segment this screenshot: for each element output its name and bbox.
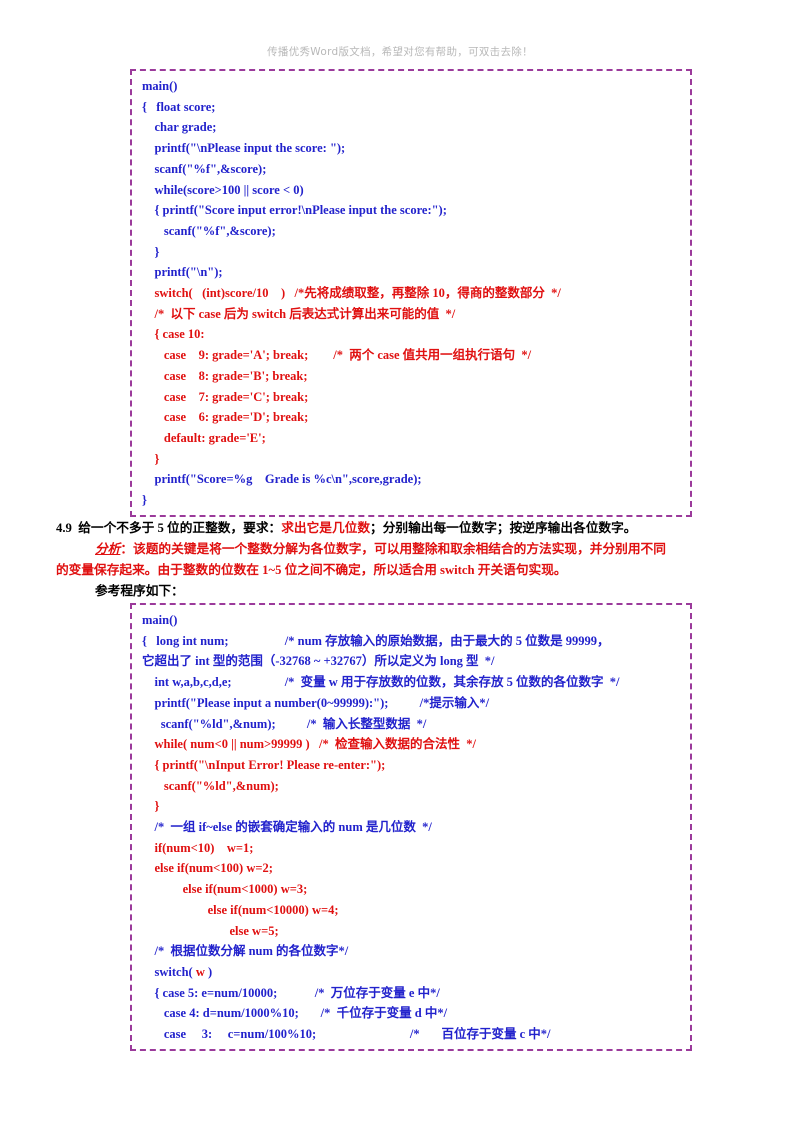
code-line: else if(num<10000) w=4; bbox=[142, 902, 339, 917]
code-segment: w bbox=[195, 964, 205, 979]
code-line: while( num<0 || num>99999 ) /* 检查输入数据的合法… bbox=[142, 737, 477, 752]
code-line: /* 以下 case 后为 switch 后表达式计算出来可能的值 */ bbox=[142, 306, 456, 321]
code-line: } bbox=[142, 493, 147, 508]
code-line: scanf("%f",&score); bbox=[142, 161, 267, 176]
code-line: /* 根据位数分解 num 的各位数字*/ bbox=[142, 944, 349, 959]
code-line: } bbox=[142, 799, 160, 814]
code-line: case 3: c=num/100%10; /* 百位存于变量 c 中*/ bbox=[142, 1027, 551, 1042]
code-line: default: grade='E'; bbox=[142, 430, 266, 445]
code-block-grade-switch: main() { float score; char grade; printf(… bbox=[130, 69, 692, 517]
code-line: { long int num; /* num 存放输入的原始数据，由于最大的 5… bbox=[142, 633, 610, 648]
code-line: printf("\nPlease input the score: "); bbox=[142, 141, 346, 156]
code-line: } bbox=[142, 244, 160, 259]
code-line: case 8: grade='B'; break; bbox=[142, 368, 308, 383]
code-line: while(score>100 || score < 0) bbox=[142, 182, 304, 197]
code-line: 它超出了 int 型的范围（-32768 ~ +32767）所以定义为 long… bbox=[142, 654, 495, 669]
code-line: main() bbox=[142, 79, 178, 93]
code-line: if(num<10) w=1; bbox=[142, 840, 254, 855]
document-page: 传播优秀Word版文档，希望对您有帮助，可双击去除！ main() { float… bbox=[0, 0, 800, 1132]
code-line: main() bbox=[142, 613, 178, 627]
code-segment: switch( bbox=[142, 964, 196, 979]
code-line: printf("Please input a number(0~99999):"… bbox=[142, 695, 490, 710]
code-line: { float score; bbox=[142, 99, 216, 114]
reference-program-label: 参考程序如下： bbox=[95, 584, 184, 598]
code-line: { printf("\nInput Error! Please re-enter… bbox=[142, 757, 386, 772]
analysis-line-2: 的变量保存起来。由于整数的位数在 1~5 位之间不确定，所以适合用 switch… bbox=[56, 563, 567, 577]
code-line: case 4: d=num/1000%10; /* 千位存于变量 d 中*/ bbox=[142, 1006, 448, 1021]
analysis-text-1: ：该题的关键是将一个整数分解为各位数字，可以用整除和取余相结合的方法实现，并分别… bbox=[120, 542, 666, 556]
code-line: switch( w ) bbox=[142, 962, 682, 983]
code-line: { case 5: e=num/10000; /* 万位存于变量 e 中*/ bbox=[142, 985, 440, 1000]
problem-49-rest: ；分别输出每一位数字；按逆序输出各位数字。 bbox=[370, 521, 637, 535]
code-line: /* 一组 if~else 的嵌套确定输入的 num 是几位数 */ bbox=[142, 820, 432, 835]
code-block-digit-decompose: main() { long int num; /* num 存放输入的原始数据，由… bbox=[130, 603, 692, 1051]
analysis-label: 分析 bbox=[95, 542, 121, 556]
code-line: { case 10: bbox=[142, 327, 205, 342]
code-line: else if(num<100) w=2; bbox=[142, 861, 273, 876]
code-line: int w,a,b,c,d,e; /* 变量 w 用于存放数的位数，其余存放 5… bbox=[142, 675, 620, 690]
code-line: scanf("%ld",&num); /* 输入长整型数据 */ bbox=[142, 716, 427, 731]
header-watermark: 传播优秀Word版文档，希望对您有帮助，可双击去除！ bbox=[267, 46, 533, 58]
code-line: scanf("%f",&score); bbox=[142, 223, 276, 238]
code-line: printf("Score=%g Grade is %c\n",score,gr… bbox=[142, 472, 422, 487]
problem-49-highlight: 求出它是几位数 bbox=[281, 521, 371, 535]
code-line: scanf("%ld",&num); bbox=[142, 778, 279, 793]
code-line: case 6: grade='D'; break; bbox=[142, 410, 309, 425]
problem-49-number-text: 4.9 给一个不多于 5 位的正整数，要求： bbox=[56, 521, 282, 535]
code-line: case 7: grade='C'; break; bbox=[142, 389, 309, 404]
code-line: char grade; bbox=[142, 120, 217, 135]
code-line: { printf("Score input error!\nPlease inp… bbox=[142, 203, 447, 218]
code-line: printf("\n"); bbox=[142, 265, 223, 280]
code-line: else w=5; bbox=[142, 923, 279, 938]
code-line: case 9: grade='A'; break; /* 两个 case 值共用… bbox=[142, 348, 532, 363]
code-line: else if(num<1000) w=3; bbox=[142, 882, 308, 897]
problem-49-statement: 4.9 给一个不多于 5 位的正整数，要求：求出它是几位数；分别输出每一位数字；… bbox=[56, 518, 636, 539]
code-segment: ) bbox=[204, 964, 213, 979]
code-line: switch( (int)score/10 ) /*先将成绩取整，再整除 10，… bbox=[142, 286, 561, 301]
code-line: } bbox=[142, 451, 160, 466]
analysis-line-1: 分析：该题的关键是将一个整数分解为各位数字，可以用整除和取余相结合的方法实现，并… bbox=[95, 539, 666, 560]
